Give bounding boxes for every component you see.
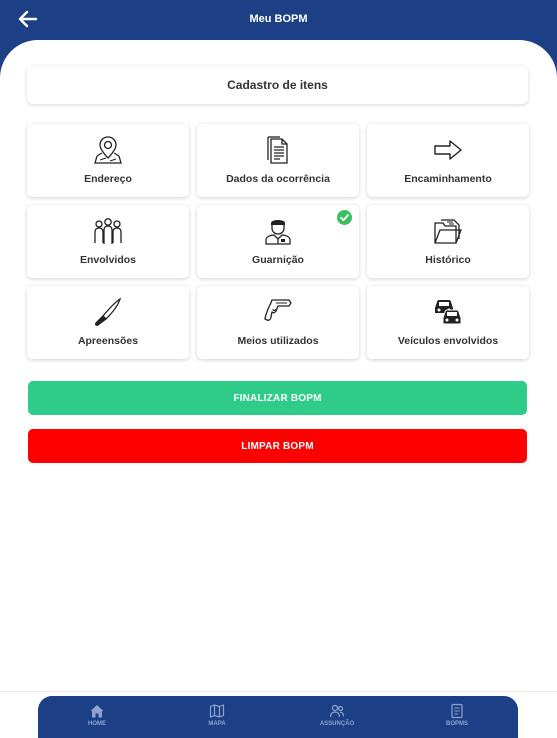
nav-label: ASSUNÇÃO xyxy=(319,721,355,727)
nav-label: MAPA xyxy=(208,721,226,727)
gun-icon xyxy=(264,299,292,321)
divider xyxy=(0,691,557,692)
limpar-bopm-button[interactable]: LIMPAR BOPM xyxy=(28,429,527,463)
tile-label: Veículos envolvidos xyxy=(397,335,499,347)
document-icon xyxy=(267,136,288,164)
tile-veiculos-envolvidos[interactable]: Veículos envolvidos xyxy=(367,286,529,359)
users-icon xyxy=(329,704,345,718)
tile-label: Encaminhamento xyxy=(404,173,492,185)
notebook-icon xyxy=(451,703,463,719)
tile-guarnicao[interactable]: Guarnição xyxy=(197,205,359,278)
tile-apreensoes[interactable]: Apreensões xyxy=(27,286,189,359)
map-icon xyxy=(209,704,225,718)
nav-label: BOPMS xyxy=(445,721,468,727)
cars-icon xyxy=(435,300,462,325)
nav-label: HOME xyxy=(88,721,106,727)
tile-label: Meios utilizados xyxy=(237,335,319,347)
folder-icon xyxy=(434,219,462,244)
nav-item-mapa[interactable]: MAPA xyxy=(182,703,252,727)
police-officer-icon xyxy=(265,220,291,245)
home-icon xyxy=(90,705,104,718)
people-group-icon xyxy=(94,218,122,244)
tile-label: Histórico xyxy=(425,254,471,266)
section-title: Cadastro de itens xyxy=(227,78,328,92)
tile-dados-ocorrencia[interactable]: Dados da ocorrência xyxy=(197,124,359,197)
nav-item-assuncao[interactable]: ASSUNÇÃO xyxy=(302,703,372,727)
nav-item-bopms[interactable]: BOPMS xyxy=(422,703,492,727)
bottom-navigation: HOME MAPA ASSUNÇÃO BOPMS xyxy=(38,696,518,738)
map-pin-icon xyxy=(94,136,122,164)
tile-historico[interactable]: Histórico xyxy=(367,205,529,278)
tile-meios-utilizados[interactable]: Meios utilizados xyxy=(197,286,359,359)
arrow-right-icon xyxy=(434,140,462,160)
knife-icon xyxy=(94,297,122,326)
tile-encaminhamento[interactable]: Encaminhamento xyxy=(367,124,529,197)
page-title: Meu BOPM xyxy=(249,13,308,25)
tile-label: Endereço xyxy=(84,173,132,185)
finalizar-bopm-button[interactable]: FINALIZAR BOPM xyxy=(28,381,527,415)
tile-label: Guarnição xyxy=(252,254,304,266)
tile-envolvidos[interactable]: Envolvidos xyxy=(27,205,189,278)
tile-label: Dados da ocorrência xyxy=(226,173,330,185)
section-title-card: Cadastro de itens xyxy=(27,66,528,104)
nav-item-home[interactable]: HOME xyxy=(62,703,132,727)
tile-label: Apreensões xyxy=(77,335,139,347)
tile-endereco[interactable]: Endereço xyxy=(27,124,189,197)
tile-label: Envolvidos xyxy=(79,254,136,266)
